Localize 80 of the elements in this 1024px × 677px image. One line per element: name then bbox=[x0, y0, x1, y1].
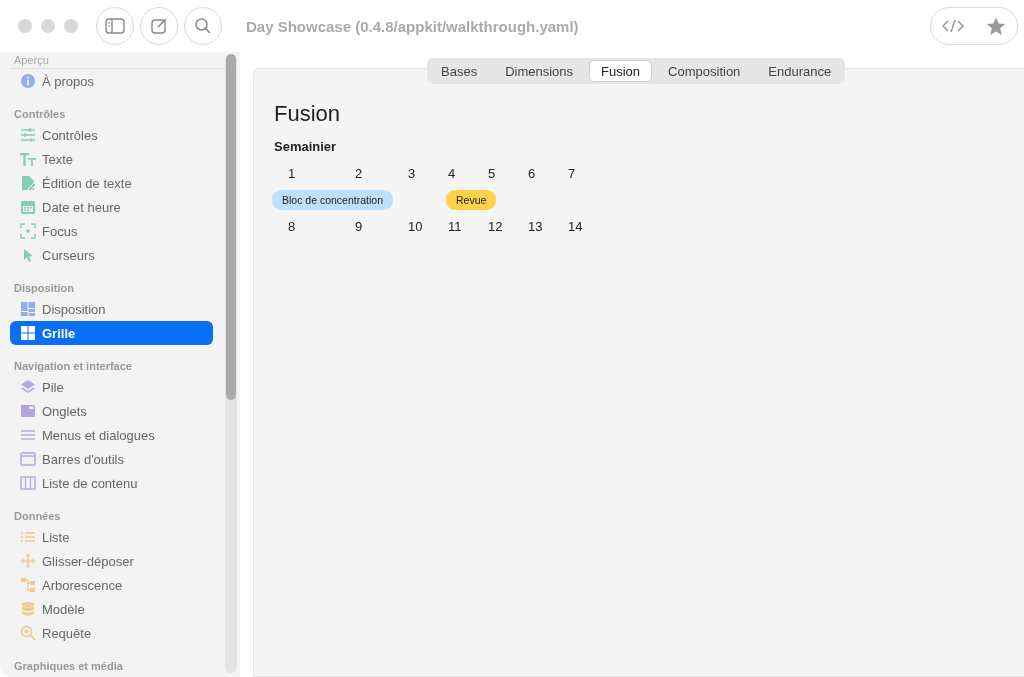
tab[interactable]: Dimensions bbox=[493, 60, 586, 82]
sidebar-item[interactable]: Contrôles bbox=[10, 123, 213, 147]
compose-icon bbox=[150, 17, 168, 35]
day-number: 13 bbox=[527, 218, 544, 234]
day-number: 8 bbox=[287, 218, 297, 234]
sidebar-toggle-button[interactable] bbox=[96, 7, 134, 45]
sidebar-item[interactable]: Menus et dialogues bbox=[10, 423, 213, 447]
section-header: Graphiques et média bbox=[13, 659, 124, 674]
tab[interactable]: Bases bbox=[429, 60, 490, 82]
window-title: Day Showcase (0.4.8/appkit/walkthrough.yaml) bbox=[246, 17, 580, 35]
item-icon bbox=[20, 577, 36, 593]
day-number: 3 bbox=[407, 165, 417, 181]
item-icon bbox=[20, 529, 36, 545]
window-control[interactable] bbox=[41, 19, 55, 33]
calendar-title: Semainier bbox=[274, 139, 338, 154]
section-header: Données bbox=[13, 509, 62, 524]
day-number: 7 bbox=[567, 165, 577, 181]
item-icon bbox=[20, 223, 36, 239]
code-button[interactable] bbox=[942, 18, 964, 34]
day-number: 1 bbox=[287, 165, 297, 181]
day-number: 9 bbox=[354, 218, 364, 234]
item-icon bbox=[20, 427, 36, 443]
day-number: 2 bbox=[354, 165, 364, 181]
window-control[interactable] bbox=[18, 19, 32, 33]
tab[interactable]: Composition bbox=[656, 60, 753, 82]
calendar-event[interactable]: Revue bbox=[446, 189, 497, 210]
day-number: 6 bbox=[527, 165, 537, 181]
section-header: Disposition bbox=[13, 281, 75, 296]
day-number: 12 bbox=[487, 218, 504, 234]
item-icon bbox=[20, 301, 36, 317]
sidebar-item[interactable]: À propos bbox=[10, 69, 213, 93]
item-icon bbox=[20, 175, 36, 191]
item-icon bbox=[20, 553, 36, 569]
item-icon bbox=[20, 199, 36, 215]
page-heading: Fusion bbox=[274, 101, 342, 127]
compose-button[interactable] bbox=[140, 7, 178, 45]
item-icon bbox=[20, 325, 36, 341]
sidebar-item[interactable]: Disposition bbox=[10, 297, 213, 321]
day-number: 14 bbox=[567, 218, 584, 234]
search-button[interactable] bbox=[184, 7, 222, 45]
day-number: 4 bbox=[447, 165, 457, 181]
sidebar-item[interactable]: Liste bbox=[10, 525, 213, 549]
favorite-button[interactable] bbox=[986, 16, 1006, 36]
sidebar-item[interactable]: Glisser-déposer bbox=[10, 549, 213, 573]
star-icon bbox=[986, 16, 1006, 36]
item-icon bbox=[20, 151, 36, 167]
sidebar-item[interactable]: Curseurs bbox=[10, 243, 213, 267]
search-icon bbox=[194, 17, 212, 35]
sidebar-item[interactable]: Arborescence bbox=[10, 573, 213, 597]
scrollbar-thumb[interactable] bbox=[226, 54, 236, 400]
item-icon bbox=[20, 475, 36, 491]
section-header: Contrôles bbox=[13, 107, 67, 122]
item-icon bbox=[20, 127, 36, 143]
day-number: 11 bbox=[447, 218, 463, 234]
item-icon bbox=[20, 403, 36, 419]
sidebar-item[interactable]: Pile bbox=[10, 375, 213, 399]
sidebar-item[interactable]: Barres d'outils bbox=[10, 447, 213, 471]
sidebar-item[interactable]: Grille bbox=[10, 321, 213, 345]
day-number: 5 bbox=[487, 165, 497, 181]
item-icon bbox=[20, 73, 36, 89]
item-icon bbox=[20, 379, 36, 395]
window-control[interactable] bbox=[64, 19, 78, 33]
sidebar-item[interactable]: Onglets bbox=[10, 399, 213, 423]
calendar-event[interactable]: Bloc de concentration bbox=[272, 189, 393, 210]
sidebar-item[interactable]: Modèle bbox=[10, 597, 213, 621]
tab[interactable]: Endurance bbox=[756, 60, 844, 82]
sidebar-item[interactable]: Liste de contenu bbox=[10, 471, 213, 495]
item-icon bbox=[20, 451, 36, 467]
sidebar-icon bbox=[105, 18, 125, 34]
sidebar-item[interactable]: Focus bbox=[10, 219, 213, 243]
item-icon bbox=[20, 625, 36, 641]
code-icon bbox=[942, 18, 964, 34]
day-number: 10 bbox=[407, 218, 424, 234]
tab[interactable]: Fusion bbox=[589, 60, 653, 82]
item-icon bbox=[20, 601, 36, 617]
sidebar-item[interactable]: Requête bbox=[10, 621, 213, 645]
sidebar-item[interactable]: Texte bbox=[10, 147, 213, 171]
sidebar-item[interactable]: Date et heure bbox=[10, 195, 213, 219]
sidebar-item[interactable]: Édition de texte bbox=[10, 171, 213, 195]
section-header: Navigation et interface bbox=[13, 359, 133, 374]
